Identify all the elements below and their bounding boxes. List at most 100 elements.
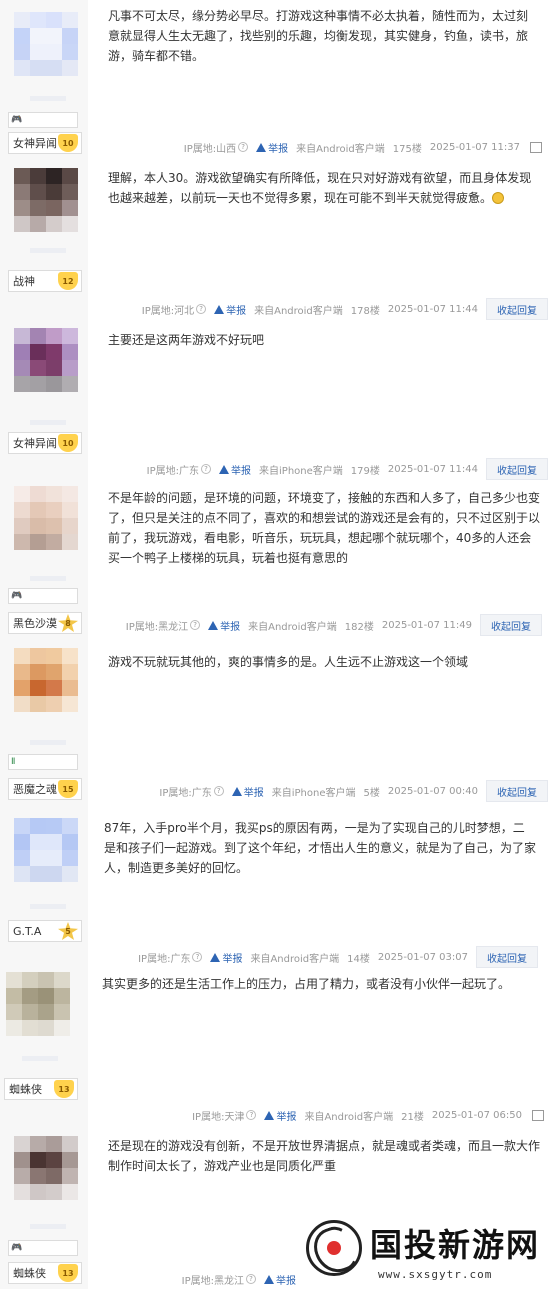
post-content: 理解，本人30。游戏欲望确实有所降低，现在只对好游戏有欲望，而且身体发现也越来越… — [108, 171, 532, 205]
post-meta: IP属地:黑龙江 ? 举报 — [182, 1268, 304, 1289]
user-badge: 🎮 — [8, 112, 78, 128]
post-14: G.T.A 5 87年，入手pro半个月，我买ps的原因有两，一是为了实现自己的… — [0, 804, 550, 968]
ip-location: IP属地:天津 — [192, 1111, 245, 1123]
report-button[interactable]: 举报 — [264, 1272, 296, 1287]
help-icon[interactable]: ? — [192, 952, 203, 962]
warning-icon — [208, 620, 219, 630]
post-meta: IP属地:黑龙江 ? 举报 来自Android客户端 182楼 2025-01-… — [126, 614, 542, 636]
user-title[interactable]: 蜘蛛侠 13 — [4, 1078, 78, 1100]
avatar[interactable] — [14, 12, 78, 76]
help-icon[interactable]: ? — [196, 304, 207, 314]
post-time: 2025-01-07 00:40 — [387, 785, 478, 797]
user-title[interactable]: 黑色沙漠 8 — [8, 612, 82, 634]
report-button[interactable]: 举报 — [256, 140, 288, 155]
warning-icon — [210, 952, 221, 962]
avatar[interactable] — [14, 328, 78, 392]
watermark-url: www.sxsgytr.com — [378, 1268, 493, 1281]
post-content: 游戏不玩就玩其他的，爽的事情多的是。人生远不止游戏这一个领域 — [108, 655, 469, 669]
level-badge: 10 — [58, 134, 78, 152]
client-source: 来自Android客户端 — [250, 953, 340, 965]
post-175: 🎮 女神异闻 10 凡事不可太尽，缘分势必早尽。打游戏这种事情不必太执着，随性而… — [0, 0, 550, 162]
title-label: 恶魔之魂 — [13, 783, 57, 796]
client-source: 来自Android客户端 — [248, 621, 337, 633]
avatar[interactable] — [14, 648, 78, 712]
avatar-shadow — [30, 740, 66, 745]
collapse-reply-button[interactable]: 收起回复 — [476, 946, 538, 968]
smile-emoji-icon — [492, 192, 505, 204]
floor-number: 14楼 — [347, 953, 370, 965]
post-content: 87年，入手pro半个月，我买ps的原因有两，一是为了实现自己的儿时梦想，二是和… — [104, 821, 537, 875]
avatar[interactable] — [6, 972, 70, 1036]
level-badge: 10 — [58, 434, 78, 452]
report-button[interactable]: 举报 — [264, 1108, 296, 1123]
collapse-reply-button[interactable]: 收起回复 — [480, 614, 542, 636]
ip-location: IP属地:河北 — [141, 305, 195, 317]
post-time: 2025-01-07 06:50 — [431, 1109, 522, 1121]
reply-icon[interactable] — [532, 1109, 544, 1121]
ip-location: IP属地:广东 — [138, 953, 191, 965]
post-182: 🎮 黑色沙漠 8 不是年龄的问题，是环境的问题，环境变了，接触的东西和人多了，自… — [0, 480, 550, 638]
floor-number: 179楼 — [350, 465, 380, 477]
help-icon[interactable]: ? — [213, 786, 224, 796]
warning-icon — [264, 1110, 275, 1120]
post-time: 2025-01-07 11:49 — [381, 619, 472, 631]
floor-number: 5楼 — [363, 787, 380, 799]
user-badge: 🎮 — [8, 588, 78, 604]
site-logo-icon — [306, 1220, 362, 1276]
post-meta: IP属地:河北 ? 举报 来自Android客户端 178楼 2025-01-0… — [142, 298, 548, 320]
user-title[interactable]: 战神 12 — [8, 270, 82, 292]
report-button[interactable]: 举报 — [210, 950, 242, 965]
report-button[interactable]: 举报 — [231, 784, 264, 799]
level-badge: 13 — [58, 1264, 78, 1282]
user-title[interactable]: 女神异闻 10 — [8, 432, 82, 454]
report-button[interactable]: 举报 — [208, 618, 240, 633]
avatar[interactable] — [14, 818, 78, 882]
user-title[interactable]: 恶魔之魂 15 — [8, 778, 82, 800]
post-time: 2025-01-07 03:07 — [377, 951, 468, 963]
collapse-reply-button[interactable]: 收起回复 — [486, 458, 548, 480]
reply-icon[interactable] — [530, 141, 542, 153]
avatar-shadow — [30, 1224, 66, 1229]
avatar[interactable] — [14, 486, 78, 550]
title-label: G.T.A — [13, 924, 42, 938]
help-icon[interactable]: ? — [190, 620, 201, 630]
ip-location: IP属地:山西 — [183, 143, 237, 155]
user-title[interactable]: G.T.A 5 — [8, 920, 82, 942]
client-source: 来自iPhone客户端 — [271, 787, 356, 799]
post-5: Ⅱ 恶魔之魂 15 游戏不玩就玩其他的，爽的事情多的是。人生远不止游戏这一个领域… — [0, 638, 550, 804]
ip-location: IP属地:黑龙江 — [181, 1275, 244, 1287]
client-source: 来自Android客户端 — [296, 143, 385, 155]
post-content: 不是年龄的问题，是环境的问题，环境变了，接触的东西和人多了，自己多少也变了，但只… — [108, 491, 541, 565]
user-title[interactable]: 女神异闻 10 — [8, 132, 82, 154]
post-meta: IP属地:天津 ? 举报 来自Android客户端 21楼 2025-01-07… — [192, 1104, 544, 1126]
collapse-reply-button[interactable]: 收起回复 — [486, 780, 548, 802]
avatar-shadow — [22, 1056, 58, 1061]
post-179: 女神异闻 10 主要还是这两年游戏不好玩吧 IP属地:广东 ? 举报 来自iPh… — [0, 320, 550, 480]
client-source: 来自iPhone客户端 — [259, 465, 343, 477]
warning-icon — [256, 142, 267, 152]
help-icon[interactable]: ? — [201, 464, 212, 474]
help-icon[interactable]: ? — [238, 142, 249, 152]
post-time: 2025-01-07 11:44 — [387, 463, 478, 475]
avatar-shadow — [30, 904, 66, 909]
avatar[interactable] — [14, 1136, 78, 1200]
report-button[interactable]: 举报 — [219, 462, 251, 477]
help-icon[interactable]: ? — [246, 1274, 256, 1284]
post-meta: IP属地:山西 ? 举报 来自Android客户端 175楼 2025-01-0… — [184, 136, 542, 158]
post-178: 战神 12 理解，本人30。游戏欲望确实有所降低，现在只对好游戏有欲望，而且身体… — [0, 162, 550, 320]
avatar[interactable] — [14, 168, 78, 232]
report-button[interactable]: 举报 — [214, 302, 246, 317]
floor-number: 21楼 — [401, 1111, 424, 1123]
post-meta: IP属地:广东 ? 举报 来自iPhone客户端 179楼 2025-01-07… — [147, 458, 548, 480]
user-badge: 🎮 — [8, 1240, 78, 1256]
level-badge: 13 — [54, 1080, 74, 1098]
user-title[interactable]: 蜘蛛侠 13 — [8, 1262, 82, 1284]
avatar-shadow — [30, 96, 66, 101]
collapse-reply-button[interactable]: 收起回复 — [486, 298, 548, 320]
help-icon[interactable]: ? — [246, 1110, 257, 1120]
warning-icon — [231, 786, 242, 796]
title-label: 黑色沙漠 — [13, 617, 57, 630]
post-content: 还是现在的游戏没有创新，不是开放世界清据点，就是魂或者类魂，而且一款大作制作时间… — [108, 1139, 541, 1173]
avatar-shadow — [30, 248, 66, 253]
level-badge: 5 — [58, 922, 78, 940]
